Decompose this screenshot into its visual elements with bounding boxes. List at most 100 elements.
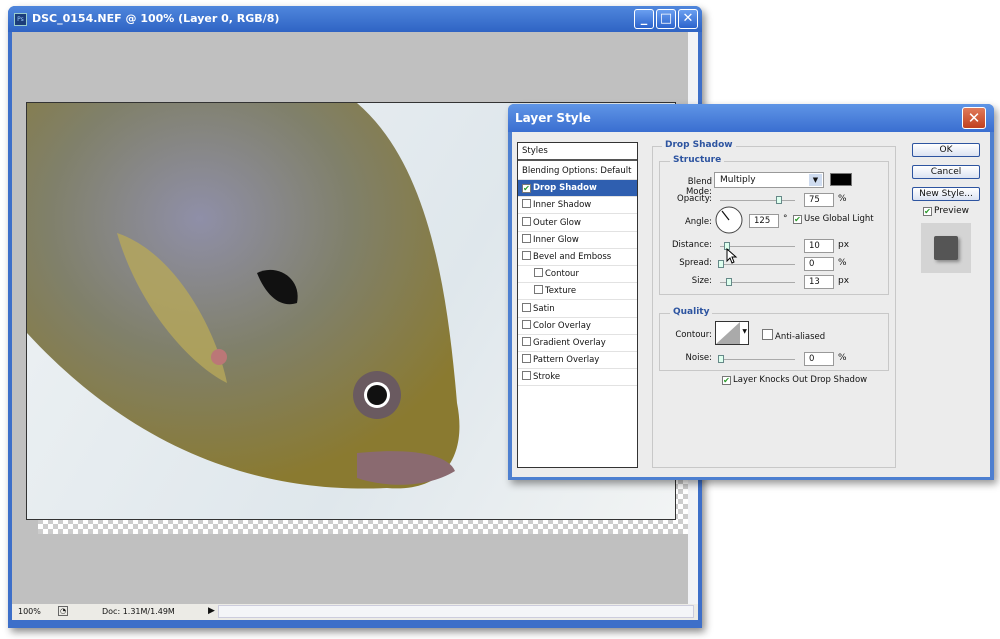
noise-input[interactable]: 0 <box>804 352 834 366</box>
layer-knocks-out-checkbox[interactable]: ✔ Layer Knocks Out Drop Shadow <box>722 375 867 385</box>
cancel-button[interactable]: Cancel <box>912 165 980 179</box>
checkbox[interactable]: ✔ <box>793 215 802 224</box>
photoshop-icon: Ps <box>14 13 27 26</box>
angle-dial[interactable] <box>714 205 744 235</box>
layer-knocks-out-label: Layer Knocks Out Drop Shadow <box>733 375 868 385</box>
checkbox[interactable] <box>534 268 543 278</box>
angle-input[interactable]: 125 <box>749 214 779 228</box>
structure-title: Structure <box>670 155 725 165</box>
use-global-light-checkbox[interactable]: ✔ Use Global Light <box>793 214 874 224</box>
size-slider[interactable] <box>720 278 795 286</box>
use-global-light-label: Use Global Light <box>804 214 874 224</box>
distance-input[interactable]: 10 <box>804 239 834 253</box>
dialog-title-bar[interactable]: Layer Style ✕ <box>508 104 994 132</box>
checkbox[interactable] <box>522 354 531 364</box>
style-item-label: Blending Options: Default <box>522 166 632 176</box>
spread-slider-thumb[interactable] <box>718 260 724 268</box>
style-item[interactable]: Blending Options: Default <box>518 163 637 180</box>
checkbox[interactable]: ✔ <box>923 207 932 216</box>
dialog-body: Styles Blending Options: Default ✔ Drop Sh… <box>512 132 990 477</box>
status-menu-arrow-icon[interactable]: ▶ <box>208 606 215 616</box>
preview-swatch <box>934 236 958 260</box>
style-item[interactable]: Stroke <box>518 369 637 387</box>
checkbox[interactable]: ✔ <box>522 184 531 194</box>
contour-picker[interactable]: ▼ <box>715 321 749 345</box>
doc-size: Doc: 1.31M/1.49M <box>102 607 175 616</box>
blend-mode-select[interactable]: Multiply ▼ <box>714 172 824 188</box>
quality-title: Quality <box>670 307 713 317</box>
style-item[interactable]: Inner Shadow <box>518 197 637 215</box>
checkbox[interactable] <box>522 337 531 346</box>
maximize-button[interactable]: □ <box>656 9 676 29</box>
checkbox[interactable] <box>534 285 543 295</box>
style-item[interactable]: ✔ Drop Shadow <box>518 180 637 198</box>
style-item-label: Satin <box>533 303 555 314</box>
checkbox[interactable] <box>522 251 531 260</box>
section-title: Drop Shadow <box>662 140 736 150</box>
distance-slider[interactable] <box>720 242 795 250</box>
chevron-down-icon[interactable]: ▼ <box>809 174 822 186</box>
opacity-slider[interactable] <box>720 196 795 204</box>
checkbox[interactable] <box>522 371 531 381</box>
style-item-label: Pattern Overlay <box>533 355 600 366</box>
chevron-down-icon[interactable]: ▼ <box>742 328 747 335</box>
style-item[interactable]: Gradient Overlay <box>518 335 637 352</box>
style-item[interactable]: Texture <box>518 283 637 301</box>
checkbox[interactable] <box>522 319 531 329</box>
style-item-label: Color Overlay <box>533 320 591 331</box>
noise-label: Noise: <box>685 353 712 363</box>
distance-label: Distance: <box>671 240 712 250</box>
style-item-label: Inner Shadow <box>533 200 592 211</box>
dialog-close-button[interactable]: ✕ <box>962 107 986 129</box>
layer-style-dialog: Layer Style ✕ Styles Blending Options: D… <box>508 104 994 480</box>
style-item[interactable]: Color Overlay <box>518 318 637 335</box>
new-style-button[interactable]: New Style... <box>912 187 980 201</box>
noise-unit: % <box>838 353 847 363</box>
ok-button[interactable]: OK <box>912 143 980 157</box>
contour-label: Contour: <box>675 330 712 340</box>
checkbox[interactable] <box>522 302 531 312</box>
spread-slider[interactable] <box>718 260 795 268</box>
spread-label: Spread: <box>679 258 712 268</box>
contour-preview <box>716 322 740 344</box>
minimize-button[interactable]: _ <box>634 9 654 29</box>
checkbox[interactable] <box>522 199 531 209</box>
anti-aliased-checkbox[interactable]: Anti-aliased <box>762 329 825 342</box>
style-item[interactable]: Bevel and Emboss <box>518 249 637 266</box>
style-item-label: Drop Shadow <box>533 183 597 194</box>
style-item[interactable]: Outer Glow <box>518 215 637 232</box>
anti-aliased-label: Anti-aliased <box>775 332 826 342</box>
close-button[interactable]: ✕ <box>678 9 698 29</box>
checkbox[interactable] <box>522 233 531 243</box>
blend-mode-value: Multiply <box>720 175 756 185</box>
horizontal-scrollbar[interactable] <box>218 605 694 618</box>
style-item-label: Texture <box>545 286 577 297</box>
opacity-slider-thumb[interactable] <box>776 196 782 204</box>
preview-checkbox[interactable]: ✔ Preview <box>923 206 969 216</box>
style-item[interactable]: Contour <box>518 266 637 284</box>
preview-label: Preview <box>934 206 970 216</box>
style-item[interactable]: Inner Glow <box>518 232 637 249</box>
noise-slider[interactable] <box>718 355 795 363</box>
checkbox[interactable] <box>522 216 531 226</box>
noise-slider-thumb[interactable] <box>718 355 724 363</box>
size-input[interactable]: 13 <box>804 275 834 289</box>
mouse-cursor-icon <box>726 248 738 264</box>
size-unit: px <box>838 276 850 286</box>
style-item[interactable]: Pattern Overlay <box>518 352 637 370</box>
zoom-level[interactable]: 100% <box>18 607 41 616</box>
checkbox[interactable]: ✔ <box>722 376 731 385</box>
spread-input[interactable]: 0 <box>804 257 834 271</box>
status-info-icon[interactable]: ◔ <box>58 606 68 616</box>
checkbox[interactable] <box>762 329 773 340</box>
style-item[interactable]: Satin <box>518 301 637 318</box>
opacity-input[interactable]: 75 <box>804 193 834 207</box>
style-item-label: Stroke <box>533 372 561 383</box>
size-slider-thumb[interactable] <box>726 278 732 286</box>
shadow-color-swatch[interactable] <box>830 173 852 186</box>
preview-thumbnail <box>921 223 971 273</box>
angle-unit: ° <box>783 214 788 224</box>
document-title-bar[interactable]: Ps DSC_0154.NEF @ 100% (Layer 0, RGB/8) … <box>8 6 702 32</box>
styles-list: Styles Blending Options: Default ✔ Drop Sh… <box>517 142 638 468</box>
styles-header[interactable]: Styles <box>518 143 637 161</box>
